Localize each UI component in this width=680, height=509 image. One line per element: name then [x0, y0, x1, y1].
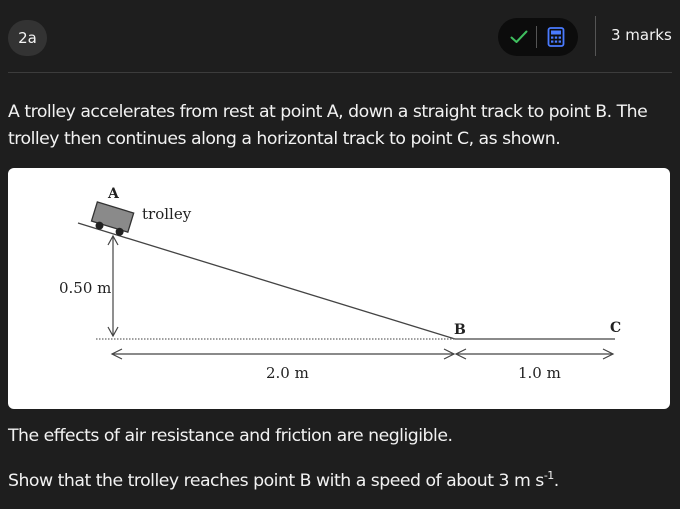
point-b-label: B: [454, 322, 466, 338]
question-number: 2a: [18, 29, 37, 47]
check-icon[interactable]: [508, 26, 530, 48]
point-a-label: A: [107, 186, 120, 202]
height-label: 0.50 m: [59, 279, 111, 297]
calculator-icon[interactable]: [545, 26, 567, 48]
question-intro: A trolley accelerates from rest at point…: [8, 102, 648, 149]
task-text: Show that the trolley reaches point B wi…: [8, 469, 559, 491]
trolley-label: trolley: [142, 205, 192, 223]
task-text-end: .: [553, 470, 560, 491]
question-header: 2a 3 marks: [0, 0, 680, 72]
incline-track: [77, 222, 456, 340]
header-rule: [8, 72, 672, 73]
assumption-text: The effects of air resistance and fricti…: [8, 426, 453, 446]
slope-length-label: 2.0 m: [266, 364, 309, 382]
question-number-badge: 2a: [8, 20, 47, 56]
point-c-label: C: [610, 320, 621, 336]
unit-exponent: -1: [543, 469, 554, 482]
flat-length-label: 1.0 m: [518, 364, 561, 382]
header-divider: [595, 16, 596, 56]
answer-tools: [498, 18, 578, 56]
trolley: [90, 201, 135, 236]
trolley-diagram: A trolley 0.50 m B C 2.0 m 1.0 m: [8, 168, 670, 409]
tools-divider: [536, 26, 537, 48]
marks-label: 3 marks: [611, 26, 672, 44]
task-text-main: Show that the trolley reaches point B wi…: [8, 470, 544, 491]
